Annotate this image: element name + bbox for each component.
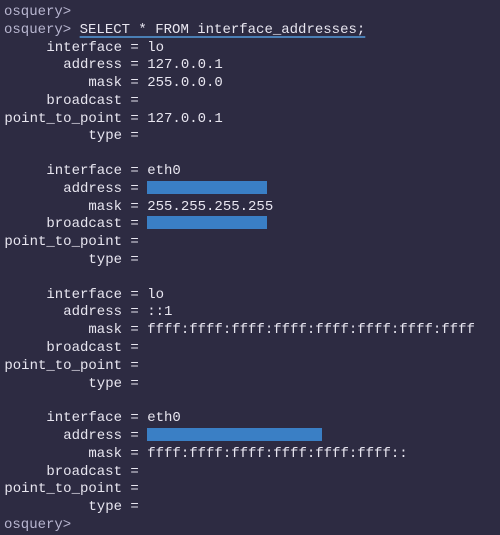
value-mask: 255.255.255.255 xyxy=(147,199,273,215)
prompt-line-end[interactable]: osquery> xyxy=(4,517,496,535)
value-interface: lo xyxy=(147,287,164,303)
prompt-label: osquery> xyxy=(4,22,71,38)
result-row: address = ::1 xyxy=(4,304,496,322)
prompt-label: osquery> xyxy=(4,517,71,533)
result-row: point_to_point = xyxy=(4,481,496,499)
value-address: ::1 xyxy=(147,304,172,320)
redacted-broadcast xyxy=(147,216,267,229)
field-address: address xyxy=(4,428,122,446)
result-row: broadcast = xyxy=(4,93,496,111)
result-row: point_to_point = xyxy=(4,358,496,376)
result-row: mask = ffff:ffff:ffff:ffff:ffff:ffff:: xyxy=(4,446,496,464)
value-address: 127.0.0.1 xyxy=(147,57,223,73)
field-broadcast: broadcast xyxy=(4,340,122,358)
value-point-to-point: 127.0.0.1 xyxy=(147,111,223,127)
field-point-to-point: point_to_point xyxy=(4,358,122,376)
field-interface: interface xyxy=(4,410,122,428)
field-interface: interface xyxy=(4,163,122,181)
field-type: type xyxy=(4,499,122,517)
field-broadcast: broadcast xyxy=(4,464,122,482)
result-row: interface = eth0 xyxy=(4,410,496,428)
result-row: mask = 255.0.0.0 xyxy=(4,75,496,93)
field-mask: mask xyxy=(4,322,122,340)
value-mask: 255.0.0.0 xyxy=(147,75,223,91)
field-type: type xyxy=(4,376,122,394)
field-broadcast: broadcast xyxy=(4,216,122,234)
field-mask: mask xyxy=(4,446,122,464)
result-row: address = xyxy=(4,428,496,446)
field-type: type xyxy=(4,128,122,146)
result-row: type = xyxy=(4,499,496,517)
field-point-to-point: point_to_point xyxy=(4,234,122,252)
prompt-label: osquery> xyxy=(4,4,71,20)
prompt-line-empty[interactable]: osquery> xyxy=(4,4,496,22)
field-address: address xyxy=(4,181,122,199)
result-row: broadcast = xyxy=(4,464,496,482)
field-interface: interface xyxy=(4,287,122,305)
result-row: address = xyxy=(4,181,496,199)
field-point-to-point: point_to_point xyxy=(4,111,122,129)
redacted-address xyxy=(147,428,322,441)
field-mask: mask xyxy=(4,75,122,93)
value-mask: ffff:ffff:ffff:ffff:ffff:ffff:ffff:ffff xyxy=(147,322,475,338)
record-separator xyxy=(4,270,496,287)
prompt-line-query[interactable]: osquery> SELECT * FROM interface_address… xyxy=(4,22,496,40)
field-mask: mask xyxy=(4,199,122,217)
result-row: type = xyxy=(4,128,496,146)
record-separator xyxy=(4,393,496,410)
value-interface: eth0 xyxy=(147,163,181,179)
field-type: type xyxy=(4,252,122,270)
value-interface: lo xyxy=(147,40,164,56)
sql-query: SELECT * FROM interface_addresses; xyxy=(80,22,366,38)
value-interface: eth0 xyxy=(147,410,181,426)
field-interface: interface xyxy=(4,40,122,58)
field-address: address xyxy=(4,304,122,322)
result-row: address = 127.0.0.1 xyxy=(4,57,496,75)
value-mask: ffff:ffff:ffff:ffff:ffff:ffff:: xyxy=(147,446,407,462)
result-row: point_to_point = 127.0.0.1 xyxy=(4,111,496,129)
field-point-to-point: point_to_point xyxy=(4,481,122,499)
field-broadcast: broadcast xyxy=(4,93,122,111)
result-row: interface = eth0 xyxy=(4,163,496,181)
result-row: interface = lo xyxy=(4,40,496,58)
result-row: broadcast = xyxy=(4,340,496,358)
result-row: mask = ffff:ffff:ffff:ffff:ffff:ffff:fff… xyxy=(4,322,496,340)
result-row: broadcast = xyxy=(4,216,496,234)
field-address: address xyxy=(4,57,122,75)
result-row: type = xyxy=(4,376,496,394)
result-row: mask = 255.255.255.255 xyxy=(4,199,496,217)
result-row: type = xyxy=(4,252,496,270)
result-row: interface = lo xyxy=(4,287,496,305)
record-separator xyxy=(4,146,496,163)
result-row: point_to_point = xyxy=(4,234,496,252)
redacted-address xyxy=(147,181,267,194)
